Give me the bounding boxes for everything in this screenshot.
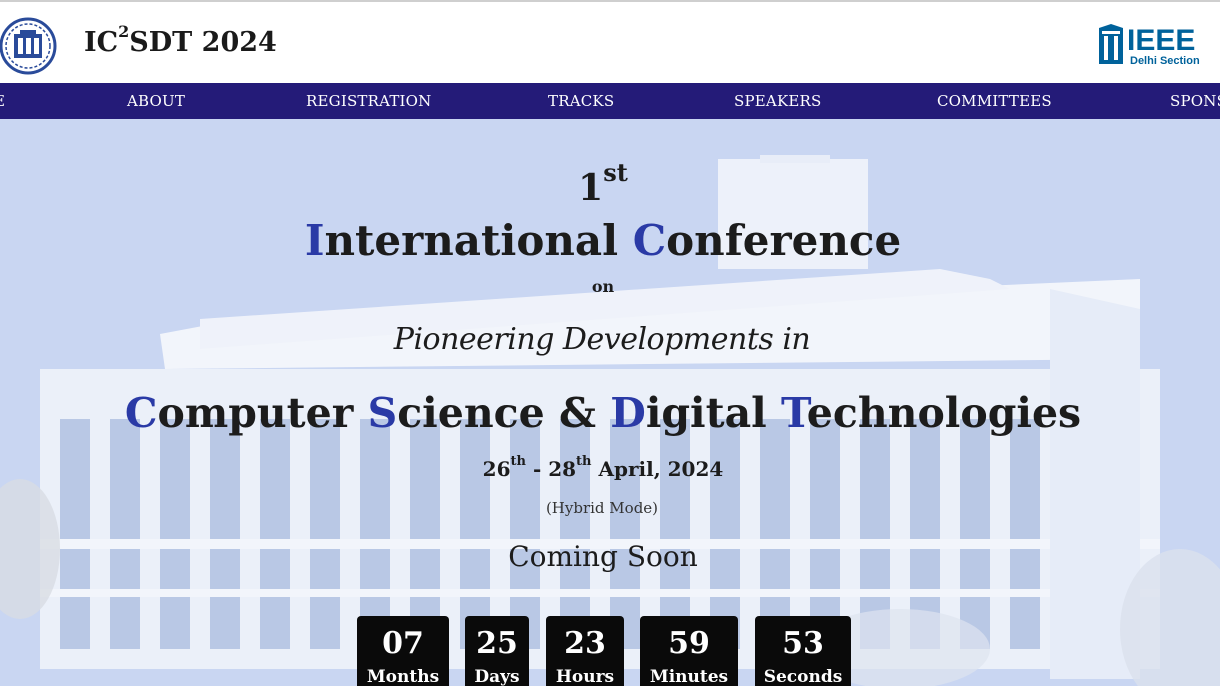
svg-text:IEEE: IEEE <box>1127 24 1195 57</box>
countdown-hours: 23 Hours <box>546 616 624 686</box>
coming-soon-text: Coming Soon <box>508 540 698 573</box>
university-logo-icon[interactable] <box>0 8 58 78</box>
countdown-label: Seconds <box>763 667 843 686</box>
on-text: on <box>591 277 615 296</box>
conference-theme-heading: Computer Science & Digital Technologies <box>124 389 1082 437</box>
conference-dates: 26th - 28th April, 2024 <box>482 454 724 481</box>
nav-item-sponsors[interactable]: SPONS <box>1170 83 1220 119</box>
countdown-months: 07 Months <box>357 616 449 686</box>
site-title[interactable]: IC2SDT 2024 <box>84 22 277 58</box>
main-navigation: E ABOUT REGISTRATION TRACKS SPEAKERS COM… <box>0 83 1220 119</box>
hero-section: 1st International Conference on Pioneeri… <box>0 119 1220 686</box>
countdown-seconds: 53 Seconds <box>755 616 851 686</box>
countdown-value: 59 <box>668 626 710 661</box>
countdown-label: Months <box>366 667 440 686</box>
nav-item-home[interactable]: E <box>0 83 5 119</box>
countdown-minutes: 59 Minutes <box>640 616 738 686</box>
conference-ordinal: 1st <box>578 158 628 209</box>
countdown-value: 07 <box>382 626 424 661</box>
nav-item-about[interactable]: ABOUT <box>127 83 185 119</box>
ieee-delhi-section-logo-icon[interactable]: IEEE Delhi Section <box>1097 22 1215 68</box>
countdown-timer: 07 Months 25 Days 23 Hours 59 Minutes 53… <box>0 616 1220 686</box>
nav-item-committees[interactable]: COMMITTEES <box>937 83 1052 119</box>
countdown-value: 23 <box>564 626 606 661</box>
countdown-label: Hours <box>555 667 615 686</box>
svg-text:Delhi Section: Delhi Section <box>1130 55 1200 67</box>
nav-item-registration[interactable]: REGISTRATION <box>306 83 432 119</box>
nav-item-speakers[interactable]: SPEAKERS <box>734 83 821 119</box>
conference-heading: International Conference <box>304 216 902 265</box>
pioneering-subtitle: Pioneering Developments in <box>393 322 811 357</box>
site-header: IC2SDT 2024 IEEE Delhi Section <box>0 0 1220 83</box>
countdown-label: Days <box>474 667 520 686</box>
countdown-value: 25 <box>476 626 518 661</box>
conference-mode: (Hybrid Mode) <box>545 499 659 517</box>
countdown-value: 53 <box>782 626 824 661</box>
nav-item-tracks[interactable]: TRACKS <box>548 83 614 119</box>
countdown-label: Minutes <box>649 667 729 686</box>
countdown-days: 25 Days <box>465 616 529 686</box>
